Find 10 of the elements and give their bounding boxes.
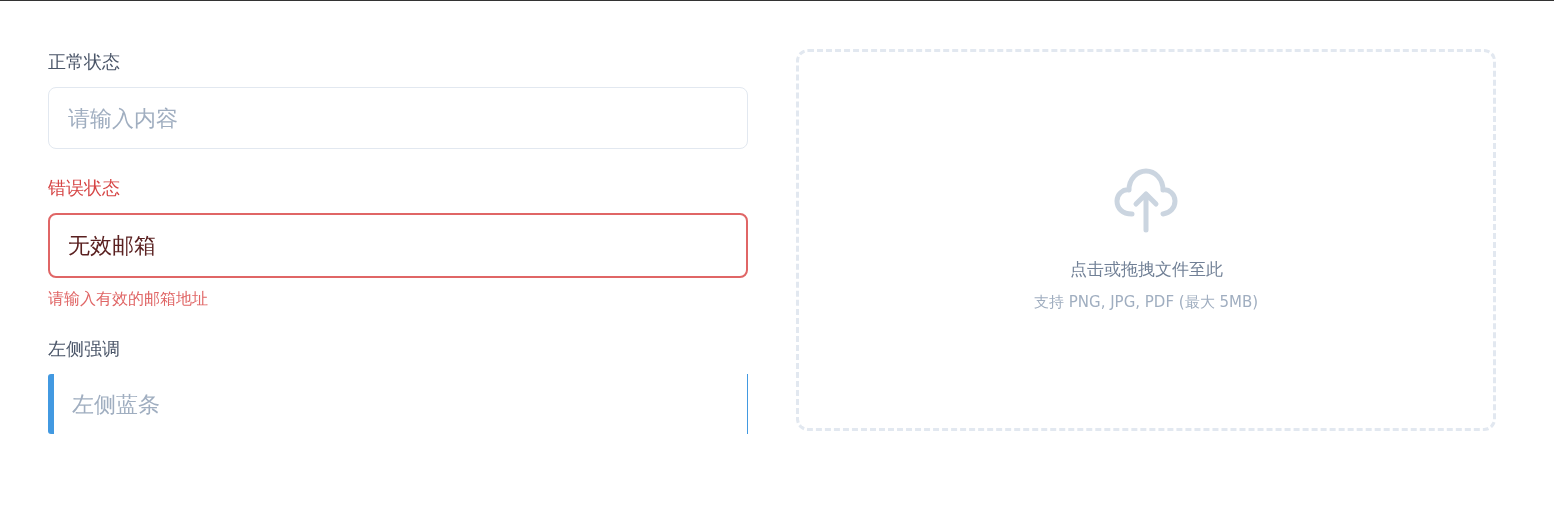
field-label: 错误状态 [48,176,121,200]
dropzone-title: 点击或拖拽文件至此 [1069,258,1223,281]
field-label: 左侧强调 [48,337,121,361]
dropzone-hint: 支持 PNG, JPG, PDF (最大 5MB) [1033,293,1259,312]
cloud-upload-icon [1114,168,1178,234]
input-field[interactable]: 左侧蓝条 [48,374,748,434]
field-label: 正常状态 [48,50,121,74]
error-message: 请输入有效的邮箱地址 [48,288,209,310]
input-field[interactable]: 无效邮箱 [48,213,748,278]
file-dropzone[interactable]: 点击或拖拽文件至此 支持 PNG, JPG, PDF (最大 5MB) [796,49,1496,431]
